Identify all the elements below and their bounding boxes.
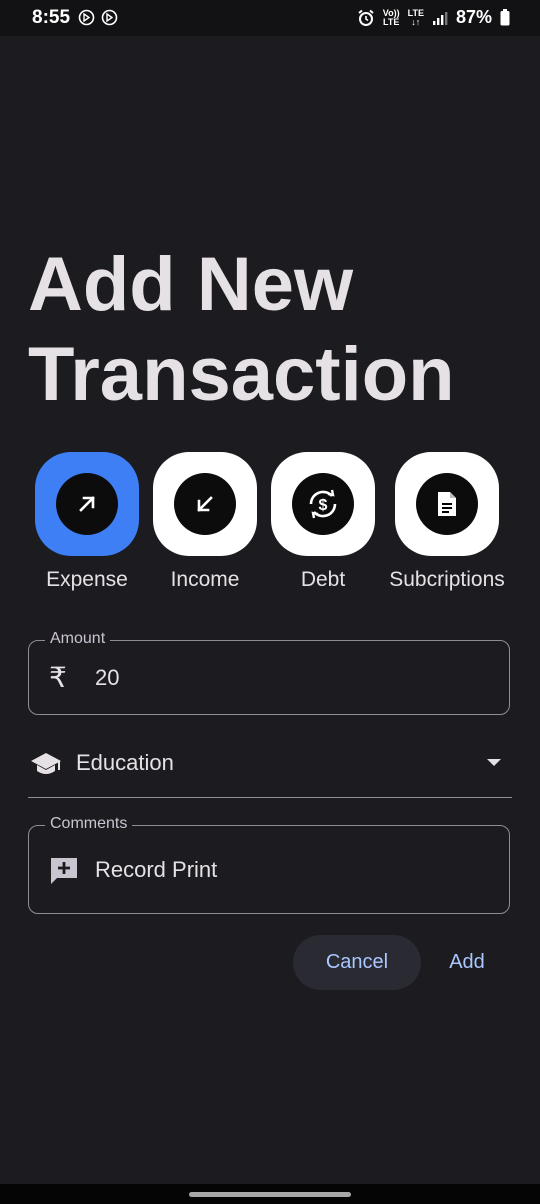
dollar-sync-icon: $	[309, 489, 337, 519]
document-icon	[438, 492, 456, 516]
amount-label: Amount	[45, 630, 111, 648]
category-dropdown[interactable]: Education	[28, 740, 512, 798]
alarm-icon	[358, 9, 374, 26]
graduation-cap-icon	[31, 753, 61, 774]
rupee-icon: ₹	[49, 662, 67, 693]
notification-app-icon	[78, 9, 95, 26]
page-title: Add New Transaction	[28, 242, 455, 417]
category-value: Education	[76, 750, 174, 775]
volte-indicator: Vo)) LTE	[382, 7, 400, 27]
notification-app-icon	[101, 9, 118, 26]
type-debt-label: Debt	[300, 568, 346, 591]
type-subscriptions-label: Subcriptions	[389, 568, 505, 591]
comments-input[interactable]: Record Print	[95, 857, 217, 883]
notification-icons	[78, 9, 118, 26]
add-comment-icon	[51, 858, 77, 884]
type-expense-button[interactable]	[35, 452, 139, 556]
home-gesture-handle[interactable]	[189, 1192, 351, 1197]
status-bar: 8:55 Vo)) LTE LTE ↓↑ 87%	[0, 0, 540, 36]
type-income-button[interactable]	[153, 452, 257, 556]
arrow-up-right-icon	[79, 496, 95, 512]
amount-input[interactable]: 20	[95, 665, 119, 691]
dropdown-arrow-icon[interactable]	[486, 758, 502, 768]
svg-text:$: $	[319, 497, 328, 514]
battery-icon	[500, 9, 510, 26]
signal-icon	[432, 11, 448, 25]
comments-field[interactable]: Comments Record Print	[28, 815, 510, 914]
navigation-bar	[0, 1184, 540, 1204]
status-right: Vo)) LTE LTE ↓↑ 87%	[357, 7, 510, 28]
lte-indicator: LTE ↓↑	[407, 7, 424, 27]
transaction-type-selector: Expense Income $ Debt Subcriptions	[0, 452, 540, 602]
type-debt[interactable]: $ Debt	[253, 452, 393, 592]
add-button[interactable]: Add	[432, 935, 502, 990]
type-subscriptions[interactable]: Subcriptions	[377, 452, 517, 592]
status-time: 8:55	[32, 7, 71, 28]
arrow-down-left-icon	[197, 496, 213, 512]
battery-percent: 87%	[455, 7, 492, 27]
comments-label: Comments	[45, 815, 133, 833]
type-debt-button[interactable]: $	[271, 452, 375, 556]
type-subscriptions-button[interactable]	[395, 452, 499, 556]
cancel-button[interactable]: Cancel	[293, 935, 421, 990]
amount-field[interactable]: Amount ₹ 20	[28, 630, 510, 715]
